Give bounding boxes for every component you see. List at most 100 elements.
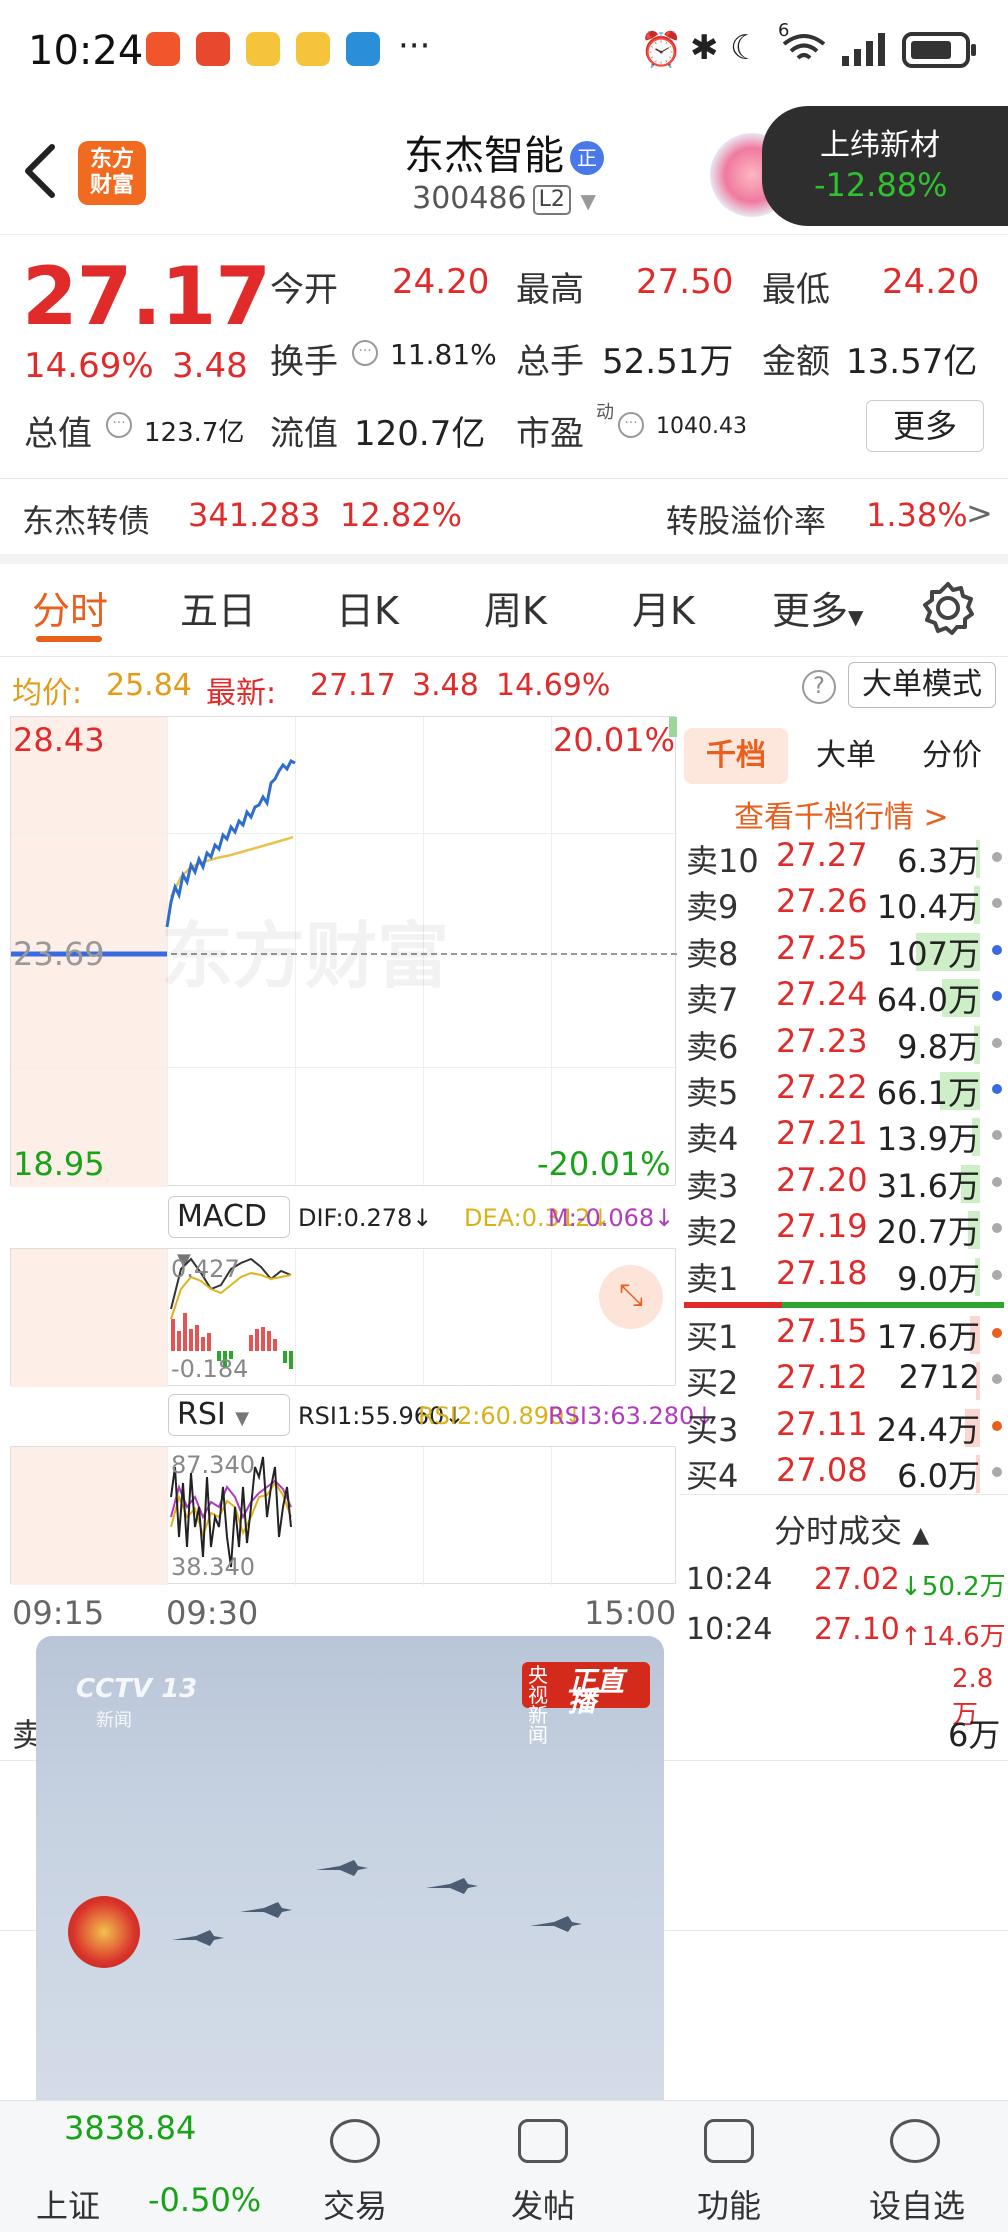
- big-order-mode-button[interactable]: 大单模式: [848, 662, 996, 708]
- intraday-chart[interactable]: 东方财富 28.43 20.01% 23.69 18.95 -20.01%: [10, 716, 677, 1187]
- ask-label: 卖4: [686, 1120, 739, 1159]
- trade-icon[interactable]: [330, 2119, 380, 2163]
- expand-icon[interactable]: ⤡: [599, 1265, 663, 1329]
- partial-volume: 6万: [948, 1716, 1001, 1754]
- macd-dif: DIF:0.278↓: [298, 1204, 433, 1232]
- view-thousand-levels-link[interactable]: 查看千档行情 >: [734, 792, 949, 836]
- ask-qty: 107万: [886, 934, 980, 973]
- tab-thousand-levels[interactable]: 千档: [684, 728, 788, 784]
- bid-price: 27.15: [776, 1312, 868, 1350]
- tab-big-orders[interactable]: 大单: [796, 728, 896, 784]
- price-line: [11, 758, 296, 957]
- pe-value: 1040.43: [656, 414, 747, 439]
- post-icon[interactable]: [518, 2119, 568, 2163]
- open-value: 24.20: [392, 262, 490, 302]
- app-notification-icon: [146, 32, 180, 66]
- help-icon[interactable]: ?: [802, 670, 836, 704]
- info-icon[interactable]: ···: [352, 340, 378, 366]
- info-icon[interactable]: ···: [618, 412, 644, 438]
- ask-row[interactable]: 卖7 27.24 64.0万: [686, 975, 1006, 1021]
- nav-post[interactable]: 发帖: [508, 2181, 578, 2227]
- indicator-select-macd[interactable]: MACD ▼: [168, 1196, 290, 1271]
- tab-five-day[interactable]: 五日: [180, 580, 256, 635]
- ask-row[interactable]: 卖9 27.26 10.4万: [686, 882, 1006, 928]
- volume-label: 总手: [516, 342, 584, 382]
- functions-icon[interactable]: [704, 2119, 754, 2163]
- jets-formation: [172, 1860, 582, 1946]
- ask-row[interactable]: 卖3 27.20 31.6万: [686, 1161, 1006, 1207]
- latest-change: 3.48: [412, 668, 479, 703]
- ask-row[interactable]: 卖6 27.23 9.8万: [686, 1022, 1006, 1068]
- time-and-sales-label[interactable]: 分时成交 ▲: [774, 1506, 929, 1552]
- nav-functions[interactable]: 功能: [694, 2181, 764, 2227]
- bid-qty: 17.6万: [876, 1318, 980, 1356]
- ask-indicator-dot: [992, 1223, 1002, 1234]
- ask-label: 卖6: [686, 1027, 739, 1066]
- info-icon[interactable]: ···: [106, 412, 132, 438]
- settings-gear-icon[interactable]: [920, 580, 976, 636]
- index-name[interactable]: 上证: [36, 2181, 100, 2227]
- ask-price: 27.18: [776, 1253, 868, 1292]
- ask-row[interactable]: 卖4 27.21 13.9万: [686, 1114, 1006, 1160]
- ask-row[interactable]: 卖10 27.27 6.3万: [686, 836, 1006, 882]
- macd-label: MACD: [177, 1199, 267, 1234]
- tab-monthly-k[interactable]: 月K: [632, 580, 695, 635]
- high-label: 最高: [516, 270, 584, 310]
- macd-bars: [170, 1257, 293, 1369]
- moon-icon: ☾: [730, 28, 761, 68]
- ask-label: 卖7: [686, 981, 739, 1020]
- ask-qty: 64.0万: [876, 981, 980, 1020]
- rsi-chart[interactable]: 87.340 38.340: [10, 1446, 676, 1585]
- chevron-right-icon[interactable]: >: [966, 494, 993, 532]
- related-stock-pct: -12.88%: [814, 166, 948, 204]
- bid-row[interactable]: 买1 27.15 17.6万: [686, 1312, 1006, 1358]
- scroll-indicator: [669, 717, 677, 1187]
- index-pct[interactable]: -0.50%: [148, 2181, 261, 2219]
- ask-price: 27.26: [776, 882, 868, 921]
- bottom-navigation: 3838.84 上证 -0.50% 交易 发帖 功能 设自选: [0, 2100, 1008, 2232]
- ask-row[interactable]: 卖8 27.25 107万: [686, 929, 1006, 975]
- ask-row[interactable]: 卖5 27.22 66.1万: [686, 1068, 1006, 1114]
- premium-label[interactable]: 转股溢价率: [666, 496, 826, 542]
- dropdown-icon: ▼: [848, 605, 864, 629]
- amount-label: 金额: [762, 342, 830, 382]
- low-label: 最低: [762, 270, 830, 310]
- tick-time: 10:24: [686, 1562, 773, 1597]
- ask-row[interactable]: 卖2 27.19 20.7万: [686, 1207, 1006, 1253]
- latest-label: 最新:: [206, 676, 277, 711]
- bond-name[interactable]: 东杰转债: [22, 496, 150, 542]
- tab-more[interactable]: 更多▼: [772, 580, 863, 635]
- bid-indicator-dot: [992, 1328, 1002, 1338]
- index-value[interactable]: 3838.84: [64, 2109, 196, 2147]
- bid-row[interactable]: 买3 27.11 24.4万: [686, 1405, 1006, 1451]
- level-badge: L2: [532, 184, 571, 215]
- indicator-select-rsi[interactable]: RSI ▼: [168, 1394, 290, 1436]
- macd-min: -0.184: [171, 1355, 249, 1383]
- y-axis-max-pct: 20.01%: [553, 721, 676, 759]
- tab-price-distribution[interactable]: 分价: [902, 728, 1002, 784]
- macd-chart[interactable]: 0.427 -0.184 ⤡: [10, 1248, 676, 1387]
- alarm-icon: ⏰: [640, 30, 683, 70]
- tab-more-label: 更多: [772, 589, 849, 633]
- y-axis-mid-price: 23.69: [13, 935, 105, 973]
- more-button[interactable]: 更多: [866, 400, 984, 452]
- nav-add-watchlist[interactable]: 设自选: [862, 2181, 972, 2227]
- ask-price: 27.20: [776, 1160, 868, 1199]
- bond-pct: 12.82%: [340, 496, 463, 534]
- latest-value: 27.17: [310, 668, 396, 703]
- tab-daily-k[interactable]: 日K: [336, 580, 399, 635]
- ask-indicator-dot: [992, 898, 1002, 909]
- ask-price: 27.25: [776, 928, 868, 967]
- related-stock-floating-pill[interactable]: 上纬新材 -12.88%: [762, 106, 1008, 226]
- tab-weekly-k[interactable]: 周K: [484, 580, 547, 635]
- tab-intraday[interactable]: 分时: [32, 580, 108, 635]
- avg-label: 均价:: [12, 676, 83, 711]
- bid-row[interactable]: 买2 27.12 2712: [686, 1358, 1006, 1404]
- add-watchlist-icon[interactable]: [890, 2119, 940, 2163]
- change-percent: 14.69%: [24, 346, 154, 386]
- floating-video-player[interactable]: CCTV 13 新闻 央视新闻 正直播: [36, 1636, 664, 2141]
- ask-row[interactable]: 卖1 27.18 9.0万: [686, 1254, 1006, 1300]
- bid-row[interactable]: 买4 27.08 6.0万: [686, 1451, 1006, 1497]
- clock: 10:24: [28, 28, 144, 74]
- nav-trade[interactable]: 交易: [320, 2181, 390, 2227]
